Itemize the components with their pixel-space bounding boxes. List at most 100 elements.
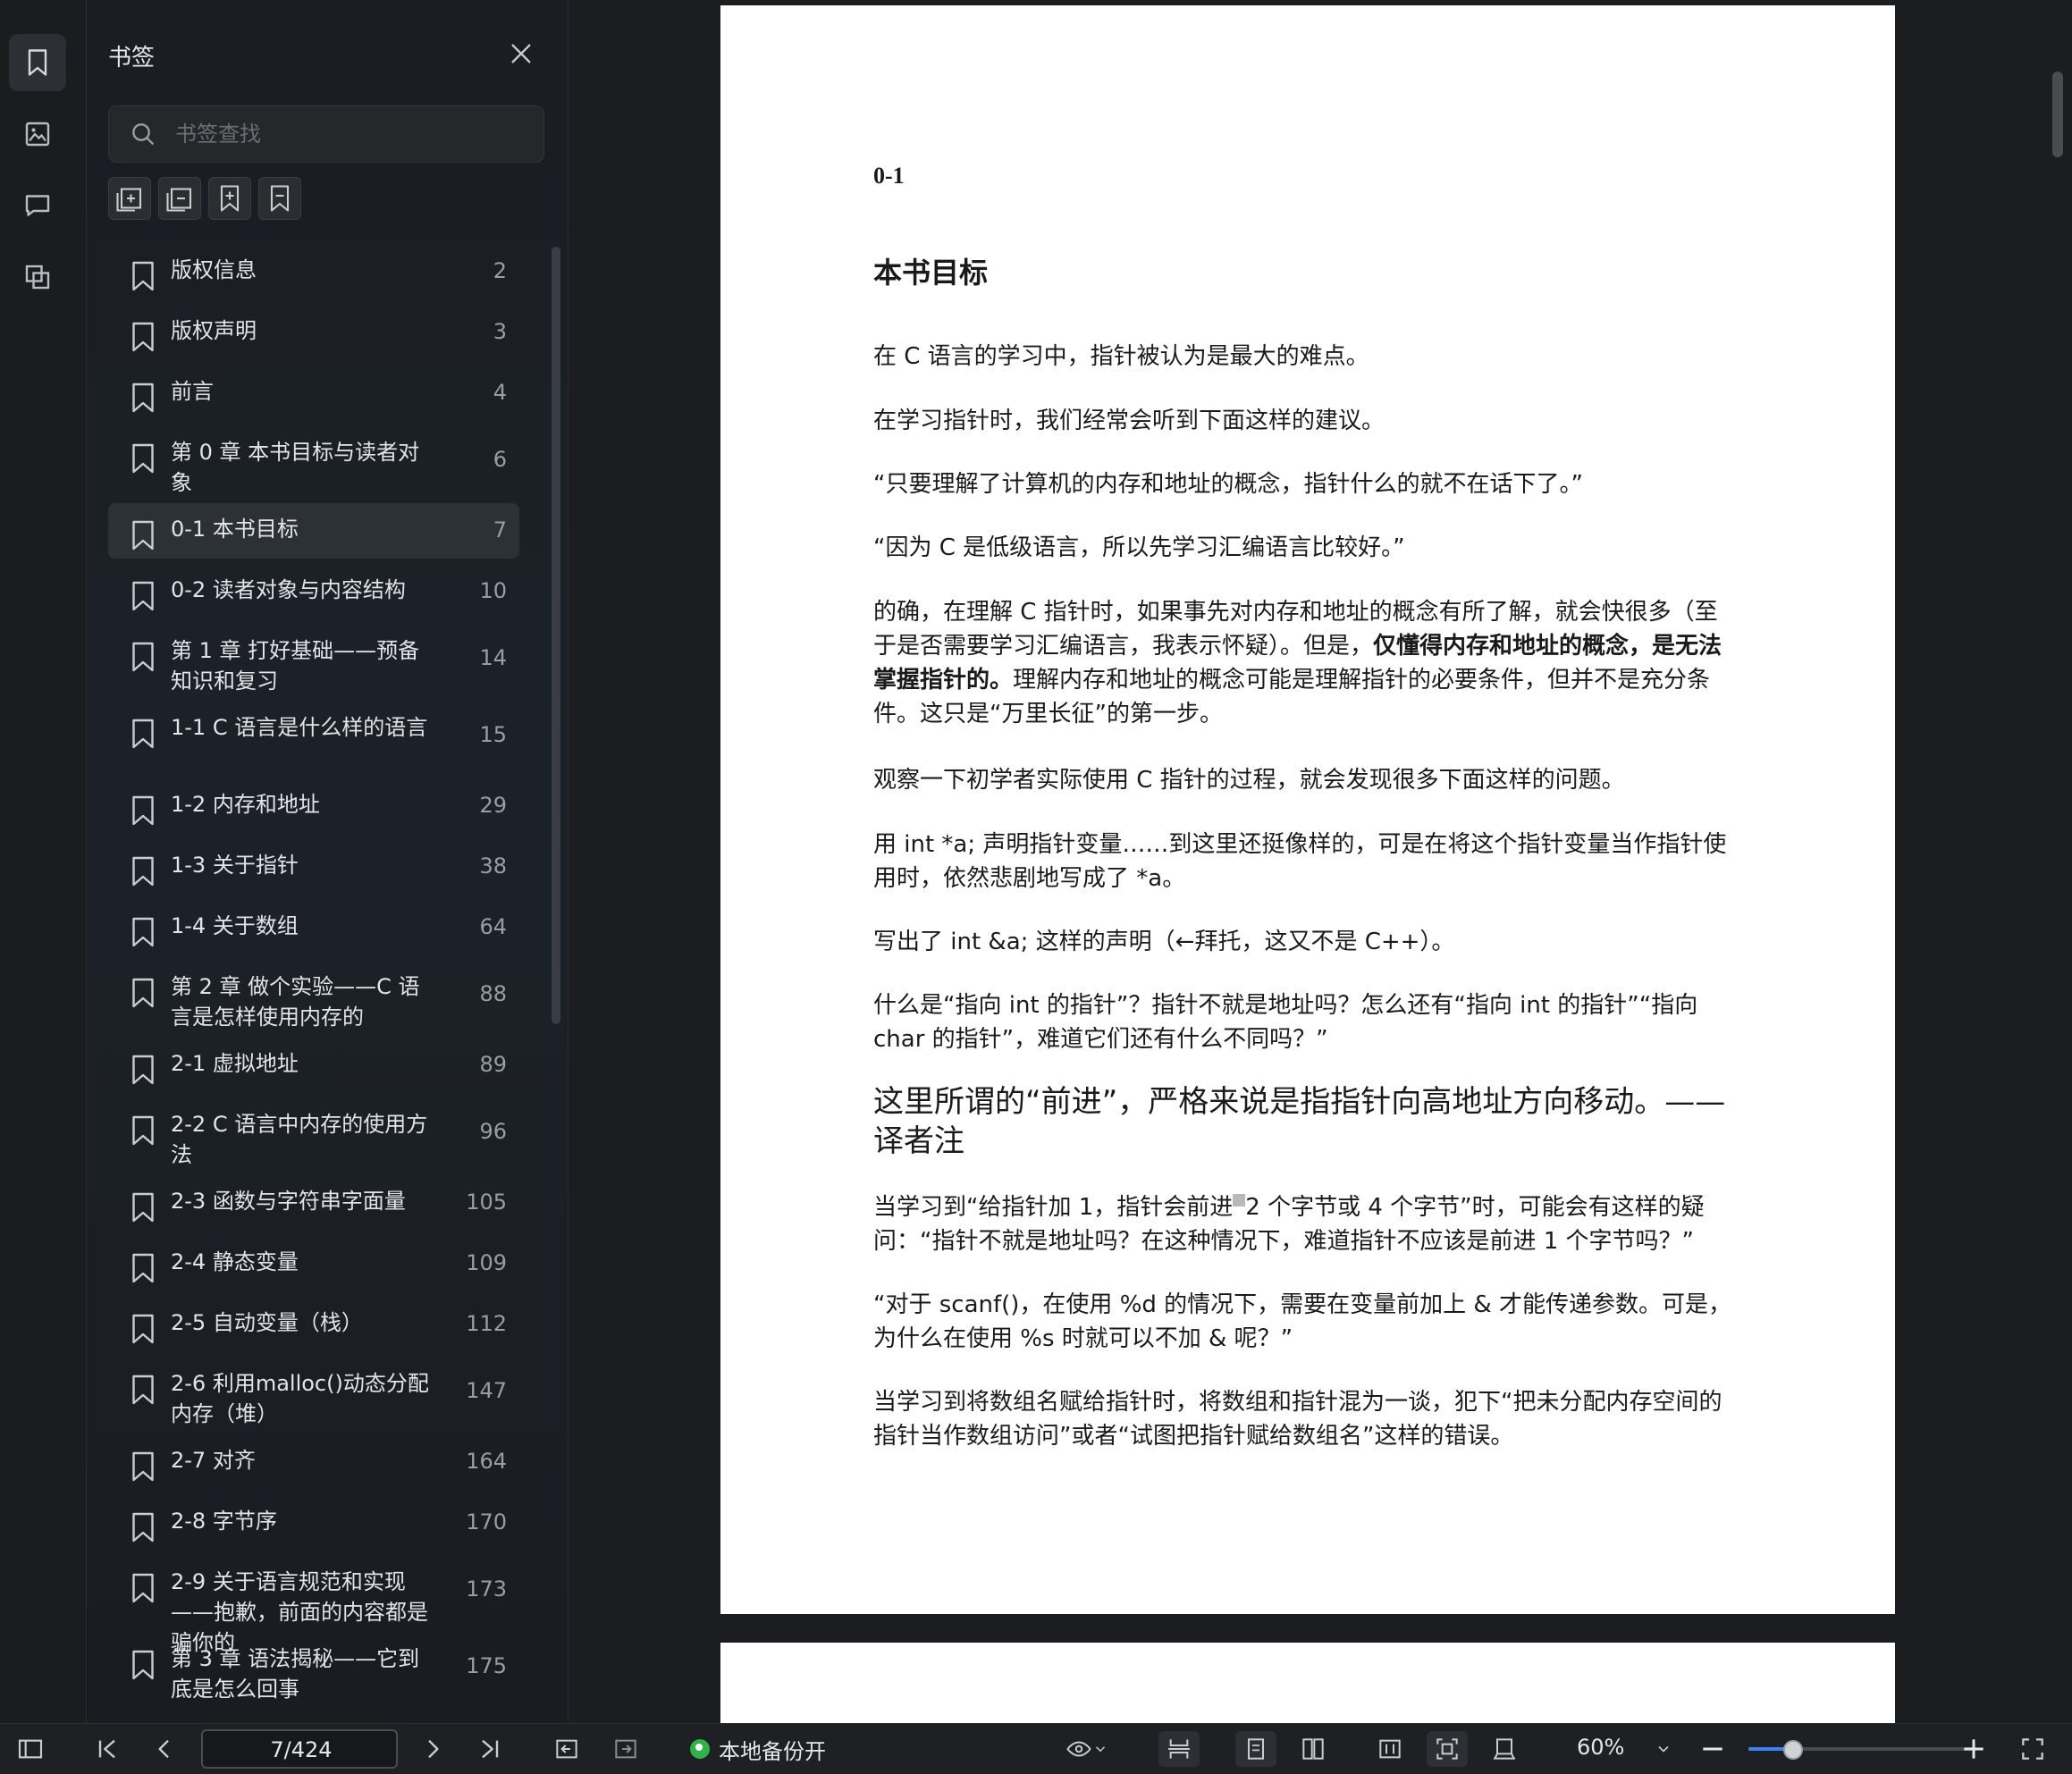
rotate-button[interactable] [1484, 1731, 1525, 1767]
bookmark-label: 第 0 章 本书目标与读者对象 [171, 440, 420, 495]
bookmark-page: 96 [479, 1119, 507, 1144]
last-page-button[interactable] [472, 1731, 508, 1767]
backup-label: 本地备份开 [719, 1738, 826, 1764]
document-scrollbar[interactable] [2052, 71, 2063, 157]
panel-title: 书签 [108, 45, 156, 71]
paragraph: 在 C 语言的学习中，指针被认为是最大的难点。 [873, 343, 1369, 370]
paragraph-text: 当学习到“给指针加 1，指针会前进 [873, 1194, 1234, 1221]
bookmark-page: 109 [466, 1250, 507, 1275]
bookmark-icon [132, 1650, 154, 1680]
remove-bookmark-button[interactable] [258, 177, 301, 220]
zoom-slider-handle[interactable] [1782, 1740, 1803, 1760]
first-page-button[interactable] [89, 1731, 125, 1767]
bookmark-page: 6 [493, 447, 507, 472]
bookmark-page: 38 [479, 853, 507, 879]
close-icon[interactable] [507, 39, 535, 68]
bookmark-item[interactable]: 1-2 内存和地址 29 [108, 778, 519, 834]
document-page: 0-1 本书目标 在 C 语言的学习中，指针被认为是最大的难点。 在学习指针时，… [720, 5, 1895, 1614]
bookmark-page: 164 [466, 1449, 507, 1474]
bookmark-item[interactable]: 2-3 函数与字符串字面量 105 [108, 1175, 519, 1231]
footnote-marker-icon[interactable] [1233, 1194, 1246, 1206]
bookmark-item[interactable]: 2-8 字节序 170 [108, 1495, 519, 1551]
bookmark-item[interactable]: 第 1 章 打好基础——预备知识和复习 14 [108, 625, 519, 694]
bookmark-label: 第 3 章 语法揭秘——它到底是怎么回事 [171, 1646, 420, 1702]
bookmark-label: 1-4 关于数组 [171, 913, 299, 938]
zoom-dropdown[interactable] [1652, 1731, 1675, 1767]
search-input[interactable] [173, 114, 535, 155]
continuous-scroll-button[interactable] [1158, 1731, 1200, 1767]
bookmark-item[interactable]: 0-1 本书目标 7 [108, 503, 519, 559]
bookmark-item[interactable]: 2-5 自动变量（栈） 112 [108, 1297, 519, 1352]
bookmark-label: 1-1 C 语言是什么样的语言 [171, 715, 428, 740]
bookmark-page: 173 [466, 1576, 507, 1602]
bookmark-icon [132, 1314, 154, 1344]
bookmark-item[interactable]: 前言 4 [108, 366, 519, 421]
page-number-input[interactable] [203, 1731, 400, 1769]
bookmark-item[interactable]: 2-1 虚拟地址 89 [108, 1038, 519, 1093]
bookmark-label: 1-3 关于指针 [171, 853, 299, 878]
paragraph: “因为 C 是低级语言，所以先学习汇编语言比较好。” [873, 534, 1405, 561]
expand-all-icon [116, 188, 142, 212]
bookmark-item[interactable]: 1-3 关于指针 38 [108, 839, 519, 895]
bookmark-icon [132, 383, 154, 413]
bookmark-label: 第 2 章 做个实验——C 语言是怎样使用内存的 [171, 974, 420, 1030]
bookmark-item[interactable]: 2-4 静态变量 109 [108, 1236, 519, 1291]
bookmark-item[interactable]: 版权信息 2 [108, 244, 519, 299]
next-page-button[interactable] [415, 1731, 451, 1767]
bookmark-panel: 书签 版权信息 2 版权声明 3 前言 4 第 0 章 本书目标与读者对象 6 0-1 本书目标… [87, 0, 569, 1723]
bookmark-label: 0-1 本书目标 [171, 517, 299, 542]
remove-bookmark-icon [270, 185, 290, 212]
bookmark-page: 29 [479, 793, 507, 818]
previous-page-button[interactable] [147, 1731, 182, 1767]
toggle-sidebar-button[interactable] [13, 1731, 48, 1767]
left-rail [0, 0, 87, 1723]
single-page-icon [1248, 1738, 1264, 1760]
add-bookmark-button[interactable] [208, 177, 251, 220]
double-page-button[interactable] [1293, 1731, 1334, 1767]
backup-status[interactable]: 本地备份开 [690, 1733, 826, 1765]
zoom-in-button[interactable] [1958, 1731, 1990, 1767]
paragraph: 用 int *a; 声明指针变量……到这里还挺像样的，可是在将这个指针变量当作指… [873, 831, 1727, 892]
chevron-left-icon [158, 1739, 169, 1759]
bookmark-item[interactable]: 1-4 关于数组 64 [108, 900, 519, 955]
bookmark-item[interactable]: 1-1 C 语言是什么样的语言 15 [108, 702, 519, 769]
bookmark-item[interactable]: 2-6 利用malloc()动态分配内存（堆） 147 [108, 1358, 519, 1426]
bookmark-item[interactable]: 2-9 关于语言规范和实现——抱歉，前面的内容都是骗你的 173 [108, 1556, 519, 1655]
fit-page-button[interactable] [1427, 1731, 1468, 1767]
view-mode-dropdown[interactable] [1060, 1731, 1114, 1767]
page-number-box [201, 1729, 400, 1769]
forward-button[interactable] [608, 1731, 644, 1767]
back-button[interactable] [549, 1731, 585, 1767]
bookmark-label: 0-2 读者对象与内容结构 [171, 577, 406, 602]
bookmark-item[interactable]: 第 3 章 语法揭秘——它到底是怎么回事 175 [108, 1633, 519, 1702]
fullscreen-button[interactable] [2017, 1731, 2049, 1767]
bookmark-item[interactable]: 第 2 章 做个实验——C 语言是怎样使用内存的 88 [108, 961, 519, 1030]
bookmark-page: 7 [493, 517, 507, 542]
bookmark-icon [132, 719, 154, 749]
zoom-level[interactable]: 60% [1577, 1735, 1624, 1760]
comments-tab[interactable] [9, 177, 66, 234]
bookmark-item[interactable]: 版权声明 3 [108, 305, 519, 360]
bookmark-item[interactable]: 第 0 章 本书目标与读者对象 6 [108, 426, 519, 495]
zoom-slider[interactable] [1748, 1740, 1977, 1760]
bookmark-page: 2 [493, 258, 507, 283]
collapse-all-button[interactable] [158, 177, 201, 220]
zoom-out-button[interactable] [1697, 1731, 1729, 1767]
expand-all-button[interactable] [108, 177, 151, 220]
layers-icon [25, 265, 50, 290]
plus-icon [1964, 1739, 1984, 1759]
layers-tab[interactable] [9, 248, 66, 306]
bookmark-item[interactable]: 0-2 读者对象与内容结构 10 [108, 564, 519, 619]
panel-scrollbar[interactable] [552, 247, 560, 1024]
thumbnails-tab[interactable] [9, 105, 66, 163]
bookmark-icon [132, 1055, 154, 1085]
single-page-button[interactable] [1235, 1731, 1276, 1767]
bookmark-item[interactable]: 2-2 C 语言中内存的使用方法 96 [108, 1098, 519, 1167]
bookmark-item[interactable]: 2-7 对齐 164 [108, 1434, 519, 1490]
bookmarks-tab[interactable] [9, 34, 66, 91]
bookmark-label: 前言 [171, 379, 214, 404]
bookmark-icon [132, 856, 154, 887]
fit-width-button[interactable] [1369, 1731, 1411, 1767]
backup-status-icon [690, 1739, 710, 1759]
paragraph: “只要理解了计算机的内存和地址的概念，指针什么的就不在话下了。” [873, 471, 1583, 498]
